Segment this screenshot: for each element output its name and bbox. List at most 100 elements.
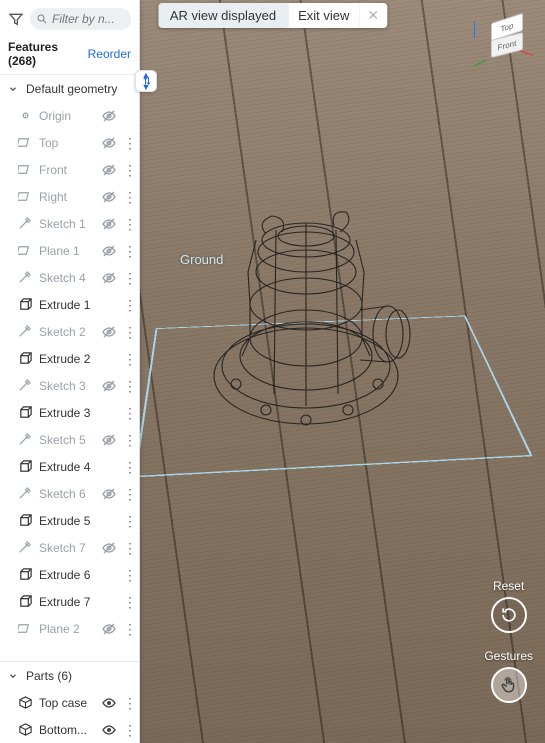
parts-header[interactable]: Parts (6)	[0, 662, 139, 689]
feature-tree[interactable]: Default geometry OriginTop⋮Front⋮Right⋮S…	[0, 75, 139, 661]
feature-label: Extrude 1	[39, 298, 117, 312]
more-icon[interactable]: ⋮	[123, 434, 135, 446]
feature-row[interactable]: Sketch 7⋮	[0, 534, 139, 561]
visibility-toggle-icon[interactable]	[101, 695, 117, 711]
more-icon[interactable]: ⋮	[123, 569, 135, 581]
feature-row[interactable]: Sketch 3⋮	[0, 372, 139, 399]
sketch-icon	[18, 324, 33, 339]
visibility-toggle-icon[interactable]	[101, 189, 117, 205]
visibility-toggle-icon[interactable]	[101, 243, 117, 259]
visibility-toggle-icon[interactable]	[101, 162, 117, 178]
feature-row[interactable]: Plane 1 ⋮	[0, 237, 139, 264]
part-row[interactable]: Top case⋮	[0, 689, 139, 716]
visibility-toggle-icon[interactable]	[101, 216, 117, 232]
feature-label: Front	[39, 163, 95, 177]
part-label: Bottom...	[39, 723, 95, 737]
features-title: Features (268)	[8, 40, 88, 68]
visibility-toggle-icon[interactable]	[101, 540, 117, 556]
visibility-toggle-icon[interactable]	[101, 378, 117, 394]
visibility-toggle-icon[interactable]	[101, 135, 117, 151]
sketch-icon	[18, 270, 33, 285]
default-geometry-header[interactable]: Default geometry	[0, 75, 139, 102]
more-icon[interactable]: ⋮	[123, 137, 135, 149]
feature-row[interactable]: Origin	[0, 102, 139, 129]
feature-row[interactable]: Extrude 4⋮	[0, 453, 139, 480]
close-icon[interactable]: ✕	[359, 3, 387, 28]
more-icon[interactable]: ⋮	[123, 407, 135, 419]
feature-row[interactable]: Right⋮	[0, 183, 139, 210]
chevron-down-icon[interactable]	[8, 84, 20, 94]
reset-button[interactable]	[491, 597, 527, 633]
part-icon	[18, 695, 33, 710]
sketch-icon	[18, 216, 33, 231]
visibility-toggle-icon[interactable]	[101, 486, 117, 502]
more-icon[interactable]: ⋮	[123, 596, 135, 608]
plane-icon	[18, 243, 33, 258]
more-icon[interactable]: ⋮	[123, 164, 135, 176]
feature-label: Extrude 7	[39, 595, 117, 609]
more-icon[interactable]: ⋮	[123, 380, 135, 392]
feature-row[interactable]: Extrude 6 ⋮	[0, 561, 139, 588]
search-input-wrap	[30, 8, 131, 30]
more-icon[interactable]: ⋮	[123, 191, 135, 203]
more-icon[interactable]: ⋮	[123, 353, 135, 365]
features-header: Features (268) Reorder	[0, 36, 139, 75]
search-icon	[36, 13, 48, 25]
more-icon[interactable]: ⋮	[123, 272, 135, 284]
more-icon[interactable]: ⋮	[123, 299, 135, 311]
feature-row[interactable]: Plane 2 ⋮	[0, 615, 139, 642]
view-cube[interactable]: Top Front	[485, 16, 531, 62]
feature-row[interactable]: Sketch 1⋮	[0, 210, 139, 237]
feature-row[interactable]: Extrude 1 ⋮	[0, 291, 139, 318]
more-icon[interactable]: ⋮	[123, 461, 135, 473]
feature-sidebar: Features (268) Reorder ▲ ⇄ ▼ Default geo…	[0, 0, 140, 743]
reorder-button[interactable]: Reorder	[88, 47, 131, 61]
feature-label: Top	[39, 136, 95, 150]
feature-row[interactable]: Extrude 2⋮	[0, 345, 139, 372]
ar-status-message: AR view displayed	[158, 3, 288, 28]
feature-label: Extrude 3	[39, 406, 117, 420]
feature-row[interactable]: Sketch 4⋮	[0, 264, 139, 291]
exit-view-button[interactable]: Exit view	[288, 3, 359, 28]
more-icon[interactable]: ⋮	[123, 218, 135, 230]
feature-row[interactable]: Sketch 2⋮	[0, 318, 139, 345]
reorder-handle[interactable]: ▲ ⇄ ▼	[135, 70, 157, 92]
visibility-toggle-icon[interactable]	[101, 722, 117, 738]
feature-label: Extrude 6	[39, 568, 117, 582]
gestures-button[interactable]	[491, 667, 527, 703]
more-icon[interactable]: ⋮	[123, 542, 135, 554]
more-icon[interactable]: ⋮	[123, 326, 135, 338]
feature-row[interactable]: Sketch 6⋮	[0, 480, 139, 507]
filter-icon[interactable]	[8, 11, 24, 27]
feature-row[interactable]: Sketch 5⋮	[0, 426, 139, 453]
part-row[interactable]: Bottom... ⋮	[0, 716, 139, 743]
feature-row[interactable]: Extrude 7 ⋮	[0, 588, 139, 615]
feature-row[interactable]: Front ⋮	[0, 156, 139, 183]
more-icon[interactable]: ⋮	[123, 697, 135, 709]
axis-z	[474, 22, 475, 38]
more-icon[interactable]: ⋮	[123, 623, 135, 635]
visibility-toggle-icon[interactable]	[101, 324, 117, 340]
plane-icon	[18, 189, 33, 204]
plane-icon	[18, 621, 33, 636]
visibility-toggle-icon[interactable]	[101, 621, 117, 637]
visibility-toggle-icon[interactable]	[101, 108, 117, 124]
feature-row[interactable]: Extrude 3 ⋮	[0, 399, 139, 426]
default-geometry-label: Default geometry	[26, 82, 135, 96]
plane-icon	[18, 135, 33, 150]
more-icon[interactable]: ⋮	[123, 245, 135, 257]
visibility-toggle-icon[interactable]	[101, 270, 117, 286]
feature-row[interactable]: Top ⋮	[0, 129, 139, 156]
feature-label: Plane 2	[39, 622, 95, 636]
ar-model-wireframe[interactable]	[206, 206, 421, 446]
more-icon[interactable]: ⋮	[123, 488, 135, 500]
more-icon[interactable]: ⋮	[123, 515, 135, 527]
feature-row[interactable]: Extrude 5⋮	[0, 507, 139, 534]
ar-actions: Reset Gestures	[484, 579, 533, 703]
visibility-toggle-icon[interactable]	[101, 432, 117, 448]
feature-label: Plane 1	[39, 244, 95, 258]
chevron-down-icon[interactable]	[8, 671, 20, 681]
part-icon	[18, 722, 33, 737]
sketch-icon	[18, 432, 33, 447]
more-icon[interactable]: ⋮	[123, 724, 135, 736]
